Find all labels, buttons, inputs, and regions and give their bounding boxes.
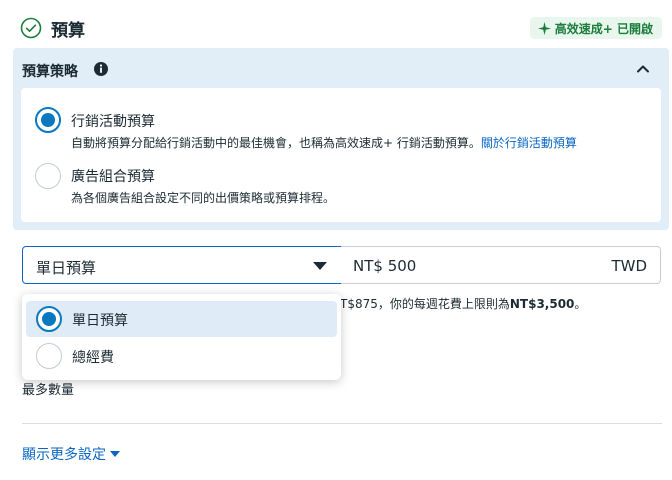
budget-amount-value: NT$ 500 [353, 257, 417, 275]
budget-header: 預算 高效速成+ 已開啟 [0, 0, 672, 48]
lifetime-budget-radio[interactable] [36, 343, 62, 369]
daily-budget-radio[interactable] [36, 306, 62, 332]
menu-item-lifetime-budget[interactable]: 總經費 [26, 338, 337, 374]
divider [22, 423, 662, 424]
badge-label: 高效速成+ 已開啟 [554, 21, 653, 36]
menu-item-label: 單日預算 [72, 313, 128, 329]
ad-set-budget-radio[interactable] [35, 163, 61, 189]
budget-type-select[interactable]: 單日預算 [22, 246, 342, 284]
caret-down-icon [313, 262, 327, 270]
campaign-budget-description: 自動將預算分配給行銷活動中的最佳機會，也稱為高效速成+ 行銷活動預算。關於行銷活… [71, 136, 577, 150]
ad-set-budget-title: 廣告組合預算 [71, 169, 155, 185]
advantage-status-badge: 高效速成+ 已開啟 [529, 17, 662, 39]
sparkle-icon [537, 21, 551, 35]
info-icon[interactable] [93, 61, 109, 77]
max-quantity-label: 最多數量 [22, 383, 75, 398]
budget-amount-input[interactable]: NT$ 500 TWD [341, 246, 661, 284]
check-circle-icon [20, 17, 42, 39]
show-more-settings-link[interactable]: 顯示更多設定 [22, 444, 120, 464]
chevron-up-icon[interactable] [635, 61, 651, 77]
budget-strategy-options: 行銷活動預算 自動將預算分配給行銷活動中的最佳機會，也稱為高效速成+ 行銷活動預… [21, 88, 661, 222]
strategy-title: 預算策略 [22, 64, 78, 80]
section-title: 預算 [51, 21, 85, 41]
ad-set-budget-description: 為各個廣告組合設定不同的出價策略或預算排程。 [71, 191, 336, 205]
budget-type-value: 單日預算 [36, 259, 97, 277]
budget-type-dropdown-menu: 單日預算 總經費 [22, 294, 341, 380]
menu-item-daily-budget[interactable]: 單日預算 [26, 301, 337, 337]
show-more-label: 顯示更多設定 [22, 447, 106, 463]
budget-strategy-panel: 預算策略 行銷活動預算 自動將預算分配給行銷活動中的最佳機會，也稱為高效速成+ … [13, 48, 669, 230]
campaign-budget-learn-more-link[interactable]: 關於行銷活動預算 [481, 136, 577, 150]
caret-down-icon [110, 451, 120, 457]
campaign-budget-title: 行銷活動預算 [71, 114, 155, 130]
campaign-budget-radio[interactable] [35, 107, 61, 133]
currency-label: TWD [611, 257, 647, 275]
menu-item-label: 總經費 [72, 350, 114, 366]
